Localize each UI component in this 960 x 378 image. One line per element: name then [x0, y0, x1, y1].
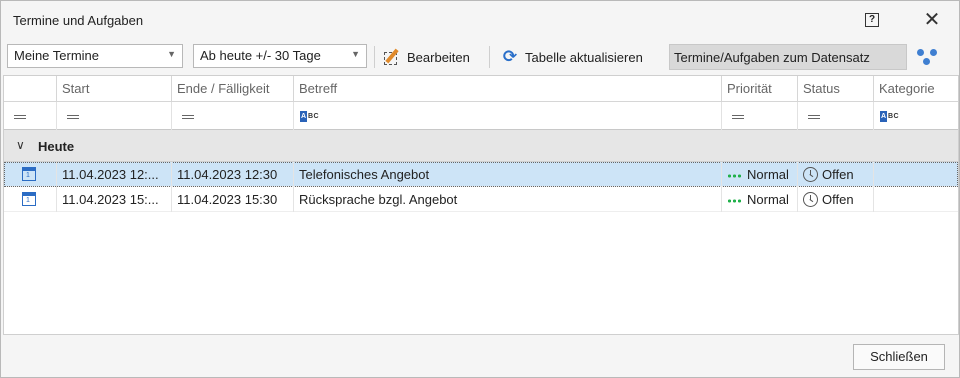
edit-button[interactable]: Bearbeiten: [379, 44, 474, 70]
text-filter-icon: A BC: [300, 111, 320, 122]
close-icon[interactable]: ✕: [919, 7, 945, 33]
column-header-priority[interactable]: Priorität: [721, 76, 797, 102]
row-status-cell: Offen: [797, 162, 873, 187]
filter-cell-status[interactable]: [797, 102, 873, 130]
column-header-subject[interactable]: Betreff: [293, 76, 721, 102]
row-type-cell: [4, 187, 56, 212]
row-category-cell: [873, 187, 958, 212]
table-row[interactable]: 11.04.2023 12:... 11.04.2023 12:30 Telef…: [4, 162, 958, 187]
equals-operator-icon: [808, 115, 820, 119]
clock-icon: [803, 192, 818, 208]
filter-select[interactable]: Meine Termine ▼: [7, 44, 183, 68]
row-end-cell: 11.04.2023 15:30: [171, 187, 293, 212]
row-status-cell: Offen: [797, 187, 873, 212]
row-status-text: Offen: [822, 192, 854, 207]
window-title: Termine und Aufgaben: [13, 13, 144, 28]
row-priority-cell: Normal: [721, 187, 797, 212]
column-header-status[interactable]: Status: [797, 76, 873, 102]
dialog-window: Termine und Aufgaben ? ✕ Meine Termine ▼…: [0, 0, 960, 378]
filter-cell-subject[interactable]: A BC: [293, 102, 721, 130]
priority-dots-icon: [727, 198, 743, 203]
row-priority-text: Normal: [747, 192, 789, 207]
row-start-cell: 11.04.2023 12:...: [56, 162, 171, 187]
date-range-select[interactable]: Ab heute +/- 30 Tage ▼: [193, 44, 367, 68]
toolbar-separator: [374, 46, 375, 68]
record-tasks-button-label: Termine/Aufgaben zum Datensatz: [674, 49, 870, 65]
edit-icon: [383, 48, 403, 66]
appointments-table: Start Ende / Fälligkeit Betreff Prioritä…: [3, 75, 959, 335]
refresh-table-button-label: Tabelle aktualisieren: [525, 49, 643, 65]
help-icon[interactable]: ?: [865, 13, 879, 27]
edit-button-label: Bearbeiten: [407, 49, 470, 65]
filter-cell-priority[interactable]: [721, 102, 797, 130]
column-header-type[interactable]: [4, 76, 56, 102]
row-type-cell: [4, 162, 56, 187]
column-header-end[interactable]: Ende / Fälligkeit: [171, 76, 293, 102]
record-tasks-button[interactable]: Termine/Aufgaben zum Datensatz: [669, 44, 907, 70]
dialog-footer: Schließen: [1, 335, 959, 377]
clock-icon: [803, 167, 818, 183]
title-bar: Termine und Aufgaben ? ✕: [1, 1, 959, 41]
close-button[interactable]: Schließen: [853, 344, 945, 370]
filter-cell-type[interactable]: [4, 102, 56, 130]
row-subject-cell: Rücksprache bzgl. Angebot: [293, 187, 721, 212]
date-range-select-value: Ab heute +/- 30 Tage: [200, 48, 321, 63]
table-header: Start Ende / Fälligkeit Betreff Prioritä…: [4, 76, 958, 102]
filter-cell-end[interactable]: [171, 102, 293, 130]
table-row[interactable]: 11.04.2023 15:... 11.04.2023 15:30 Rücks…: [4, 187, 958, 212]
column-header-category[interactable]: Kategorie: [873, 76, 958, 102]
filter-cell-start[interactable]: [56, 102, 171, 130]
group-label: Heute: [38, 139, 75, 154]
row-start-cell: 11.04.2023 15:...: [56, 187, 171, 212]
equals-operator-icon: [14, 115, 26, 119]
filter-row: A BC A BC: [4, 102, 958, 130]
equals-operator-icon: [732, 115, 744, 119]
group-by-button[interactable]: [913, 44, 943, 70]
toolbar: Meine Termine ▼ Ab heute +/- 30 Tage ▼ B…: [1, 41, 959, 75]
chevron-down-icon: ▼: [351, 49, 360, 59]
group-icon: [917, 47, 939, 67]
calendar-icon: [22, 167, 36, 181]
group-row-today[interactable]: ∨ Heute: [4, 130, 958, 162]
row-priority-cell: Normal: [721, 162, 797, 187]
filter-select-value: Meine Termine: [14, 48, 100, 63]
equals-operator-icon: [182, 115, 194, 119]
filter-cell-category[interactable]: A BC: [873, 102, 958, 130]
refresh-table-button[interactable]: ⟳ Tabelle aktualisieren: [497, 44, 647, 70]
text-filter-icon: A BC: [880, 111, 900, 122]
row-priority-text: Normal: [747, 167, 789, 182]
row-subject-cell: Telefonisches Angebot: [293, 162, 721, 187]
calendar-icon: [22, 192, 36, 206]
chevron-down-icon[interactable]: ∨: [16, 138, 25, 152]
row-category-cell: [873, 162, 958, 187]
refresh-icon: ⟳: [502, 47, 518, 66]
priority-dots-icon: [727, 173, 743, 178]
row-end-cell: 11.04.2023 12:30: [171, 162, 293, 187]
row-status-text: Offen: [822, 167, 854, 182]
toolbar-separator: [489, 46, 490, 68]
equals-operator-icon: [67, 115, 79, 119]
column-header-start[interactable]: Start: [56, 76, 171, 102]
chevron-down-icon: ▼: [167, 49, 176, 59]
